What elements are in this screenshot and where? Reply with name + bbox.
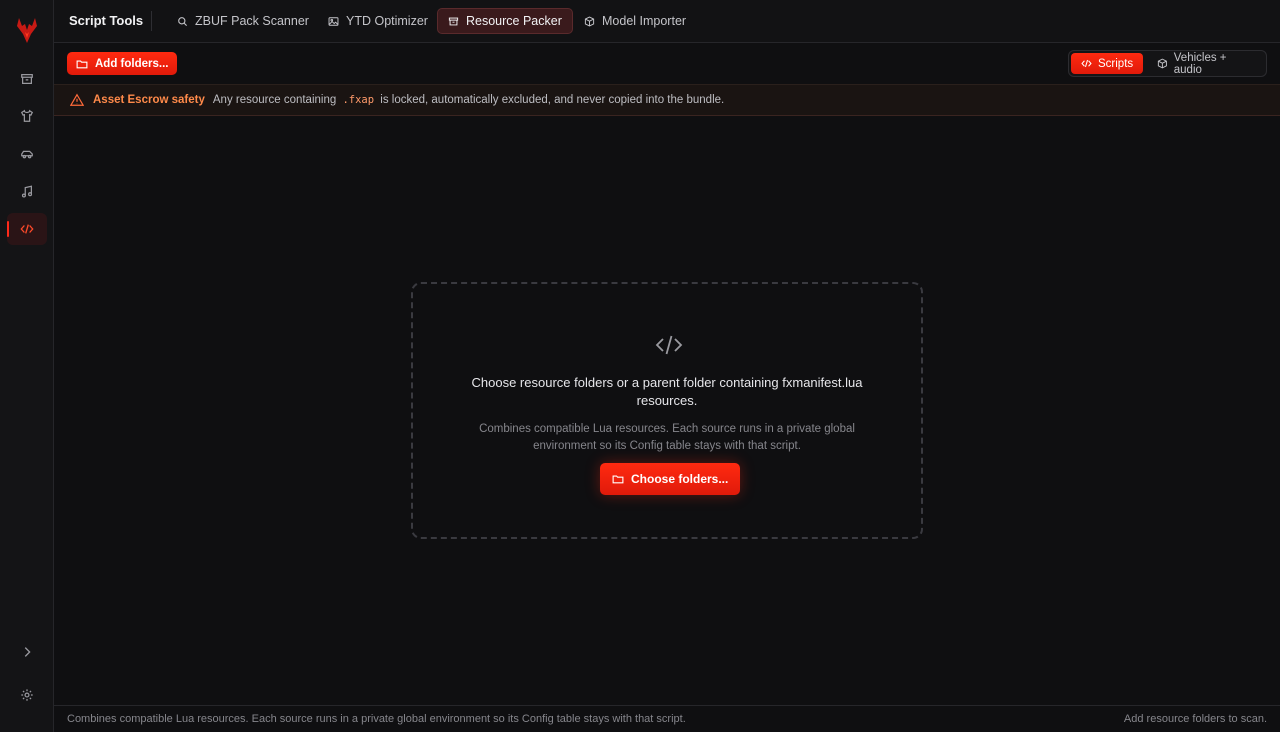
- warning-title: Asset Escrow safety: [93, 94, 205, 106]
- drop-zone-title: Choose resource folders or a parent fold…: [471, 375, 863, 408]
- search-icon: [178, 16, 188, 26]
- mode-switch: Scripts Vehicles + audio: [1068, 50, 1267, 77]
- code-icon: [655, 335, 683, 355]
- sidebar-item-audio[interactable]: [7, 176, 47, 208]
- choose-folders-label: Choose folders...: [631, 472, 729, 486]
- archive-icon: [21, 74, 33, 84]
- tab-label: Resource Packer: [466, 14, 562, 28]
- app-logo-icon: [17, 18, 37, 43]
- status-description: Combines compatible Lua resources. Each …: [67, 713, 686, 725]
- title-divider: [151, 11, 152, 31]
- add-folders-label: Add folders...: [95, 57, 169, 70]
- folder-icon: [76, 59, 88, 68]
- code-icon: [1081, 59, 1092, 68]
- sidebar-expand-button[interactable]: [7, 636, 47, 668]
- folder-drop-zone[interactable]: Choose resource folders or a parent fold…: [411, 282, 923, 539]
- warning-icon: [70, 93, 84, 106]
- cube-icon: [1157, 58, 1167, 69]
- sidebar: [0, 0, 54, 732]
- warning-code: .fxap: [342, 94, 375, 106]
- sidebar-item-vehicles[interactable]: [7, 138, 47, 170]
- sidebar-item-scripts[interactable]: [7, 213, 47, 245]
- chevron-right-icon: [24, 647, 31, 657]
- tab-label: ZBUF Pack Scanner: [195, 14, 309, 28]
- mode-vehicles-audio-button[interactable]: Vehicles + audio: [1147, 51, 1266, 76]
- toolbar: Add folders... Scripts Vehicles + audio: [54, 43, 1280, 84]
- tab-label: Model Importer: [602, 14, 687, 28]
- archive-icon: [448, 17, 459, 25]
- drop-zone-subtitle: Combines compatible Lua resources. Each …: [479, 423, 855, 452]
- mode-scripts-button[interactable]: Scripts: [1071, 53, 1144, 74]
- tab-label: YTD Optimizer: [346, 14, 428, 28]
- warning-text: Any resource containing .fxap is locked,…: [213, 94, 724, 106]
- tab-model-importer[interactable]: Model Importer: [574, 8, 696, 34]
- status-hint: Add resource folders to scan.: [1123, 713, 1267, 725]
- tab-zbuf-pack-scanner[interactable]: ZBUF Pack Scanner: [167, 8, 319, 34]
- warning-text-after: is locked, automatically excluded, and n…: [380, 94, 725, 106]
- sidebar-item-resources[interactable]: [7, 63, 47, 95]
- settings-button[interactable]: [7, 679, 47, 711]
- image-icon: [328, 16, 339, 26]
- sidebar-item-clothing[interactable]: [7, 100, 47, 132]
- cube-icon: [584, 15, 595, 27]
- tab-resource-packer[interactable]: Resource Packer: [437, 8, 573, 34]
- shirt-icon: [20, 109, 34, 122]
- music-icon: [21, 185, 33, 198]
- mode-label: Scripts: [1098, 57, 1134, 70]
- gear-icon: [21, 689, 33, 701]
- folder-icon: [612, 475, 624, 484]
- top-bar: Script Tools ZBUF Pack Scanner YTD Optim…: [54, 0, 1280, 43]
- status-bar: Combines compatible Lua resources. Each …: [54, 705, 1280, 732]
- add-folders-button[interactable]: Add folders...: [67, 52, 178, 75]
- mode-label: Vehicles + audio: [1173, 51, 1227, 76]
- app-title: Script Tools: [69, 13, 144, 28]
- warning-text-before: Any resource containing: [212, 94, 337, 106]
- choose-folders-button[interactable]: Choose folders...: [600, 463, 741, 495]
- code-icon: [20, 224, 34, 234]
- car-icon: [21, 150, 33, 159]
- escrow-warning-banner: Asset Escrow safety Any resource contain…: [54, 84, 1280, 116]
- tab-ytd-optimizer[interactable]: YTD Optimizer: [318, 8, 438, 34]
